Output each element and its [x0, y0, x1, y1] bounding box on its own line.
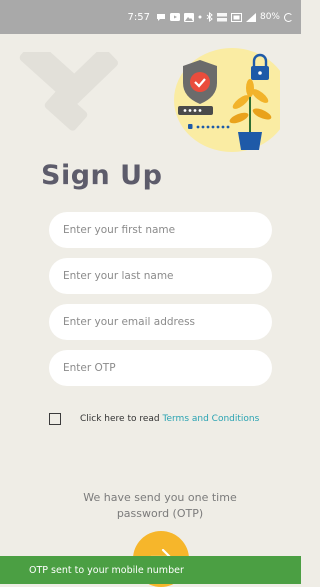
otp-placeholder: Enter OTP [63, 362, 116, 374]
otp-message: We have send you one time password (OTP) [83, 491, 237, 520]
data-speed-icon [216, 12, 227, 22]
status-time: 7:57 [127, 11, 150, 23]
terms-row: Click here to read Terms and Conditions [49, 413, 259, 425]
battery-icon [284, 12, 293, 22]
dot-icon [198, 15, 202, 19]
signal-icon [245, 12, 256, 22]
first-name-field[interactable]: Enter your first name [49, 212, 272, 248]
terms-checkbox[interactable] [49, 413, 61, 425]
email-field[interactable]: Enter your email address [49, 304, 272, 340]
terms-prefix: Click here to read [80, 414, 160, 424]
gallery-icon [183, 12, 194, 22]
last-name-field[interactable]: Enter your last name [49, 258, 272, 294]
bluetooth-icon [206, 12, 213, 22]
snackbar-text: OTP sent to your mobile number [29, 564, 184, 576]
volte-icon [230, 12, 242, 22]
security-illustration [168, 44, 290, 160]
status-icons: 7:57 80% [128, 9, 293, 25]
first-name-placeholder: Enter your first name [63, 224, 176, 236]
app-logo [12, 40, 127, 146]
battery-percent: 80% [259, 12, 280, 22]
terms-label: Click here to read Terms and Conditions [80, 414, 259, 424]
terms-link[interactable]: Terms and Conditions [163, 414, 260, 424]
video-icon [169, 13, 180, 21]
email-placeholder: Enter your email address [63, 316, 196, 328]
chat-bubble-icon [156, 13, 166, 22]
last-name-placeholder: Enter your last name [63, 270, 174, 282]
snackbar: OTP sent to your mobile number [0, 556, 301, 584]
status-bar: 7:57 80% [0, 0, 301, 34]
page-title: Sign Up [41, 160, 163, 191]
otp-field[interactable]: Enter OTP [49, 350, 272, 386]
